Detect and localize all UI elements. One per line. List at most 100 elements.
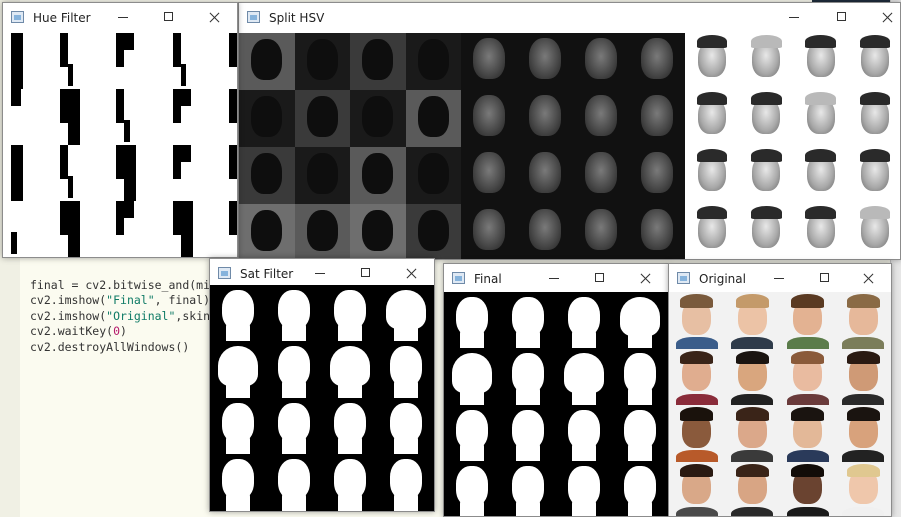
face-tile bbox=[405, 204, 461, 259]
face-tile bbox=[322, 454, 378, 511]
maximize-button[interactable] bbox=[590, 269, 610, 287]
face-tile bbox=[210, 398, 266, 455]
face-tile bbox=[210, 454, 266, 511]
value-channel-grid bbox=[685, 33, 900, 259]
face-tile bbox=[444, 461, 500, 516]
sat-filter-window[interactable]: Sat Filter bbox=[209, 258, 435, 512]
face-photo bbox=[669, 348, 725, 405]
face-photo bbox=[669, 405, 725, 462]
face-photo bbox=[669, 292, 725, 349]
face-tile bbox=[294, 204, 350, 259]
close-button[interactable] bbox=[877, 8, 897, 26]
close-button[interactable] bbox=[858, 269, 878, 287]
face-tile bbox=[556, 405, 612, 462]
hue-channel-grid bbox=[239, 33, 461, 259]
face-tile bbox=[500, 405, 556, 462]
face-tile bbox=[294, 90, 350, 147]
window-title: Original bbox=[699, 272, 746, 286]
face-tile bbox=[322, 341, 378, 398]
face-tile bbox=[405, 90, 461, 147]
face-tile bbox=[378, 398, 434, 455]
face-tile bbox=[350, 33, 406, 90]
face-tile bbox=[180, 89, 237, 145]
face-tile bbox=[180, 201, 237, 257]
close-button[interactable] bbox=[635, 269, 655, 287]
face-tile bbox=[685, 33, 740, 90]
minimize-button[interactable] bbox=[113, 8, 133, 26]
original-photo-grid bbox=[669, 292, 891, 516]
minimize-button[interactable] bbox=[769, 269, 789, 287]
face-tile bbox=[739, 90, 794, 147]
code-line-3: cv2.imshow("Original",skin bbox=[30, 308, 211, 323]
minimize-button[interactable] bbox=[544, 269, 564, 287]
face-tile bbox=[461, 90, 517, 147]
face-tile bbox=[685, 147, 740, 204]
window-title: Split HSV bbox=[269, 11, 325, 25]
face-tile bbox=[500, 461, 556, 516]
face-tile bbox=[500, 348, 556, 405]
code-line-4: cv2.waitKey(0) bbox=[30, 324, 127, 339]
face-tile bbox=[350, 147, 406, 204]
close-button[interactable] bbox=[204, 8, 224, 26]
face-tile bbox=[210, 341, 266, 398]
face-tile bbox=[322, 285, 378, 342]
face-photo bbox=[724, 292, 780, 349]
code-block[interactable]: final = cv2.bitwise_and(mi cv2.imshow("F… bbox=[30, 278, 210, 355]
face-tile bbox=[847, 33, 900, 90]
maximize-button[interactable] bbox=[815, 269, 835, 287]
face-tile bbox=[378, 454, 434, 511]
minimize-button[interactable] bbox=[784, 8, 804, 26]
face-tile bbox=[180, 145, 237, 201]
face-photo bbox=[724, 348, 780, 405]
face-photo bbox=[724, 405, 780, 462]
face-tile bbox=[11, 145, 68, 201]
maximize-button[interactable] bbox=[159, 8, 179, 26]
titlebar[interactable]: Original bbox=[669, 264, 891, 294]
face-tile bbox=[444, 348, 500, 405]
face-tile bbox=[239, 204, 295, 259]
face-tile bbox=[847, 204, 900, 259]
window-title: Hue Filter bbox=[33, 11, 91, 25]
original-window[interactable]: Original bbox=[668, 263, 892, 517]
face-tile bbox=[739, 147, 794, 204]
image-canvas bbox=[210, 285, 434, 511]
titlebar[interactable]: Hue Filter bbox=[3, 3, 237, 33]
face-tile bbox=[629, 33, 685, 90]
titlebar[interactable]: Final bbox=[444, 264, 668, 294]
app-window-icon bbox=[11, 11, 24, 23]
face-tile bbox=[405, 147, 461, 204]
split-hsv-window[interactable]: Split HSV bbox=[238, 2, 901, 260]
sat-mask-grid bbox=[210, 285, 434, 511]
face-tile bbox=[556, 292, 612, 349]
titlebar[interactable]: Split HSV bbox=[239, 3, 900, 33]
saturation-channel-grid bbox=[461, 33, 685, 259]
close-button[interactable] bbox=[401, 264, 421, 282]
face-tile bbox=[612, 461, 668, 516]
face-tile bbox=[124, 89, 181, 145]
face-tile bbox=[739, 204, 794, 259]
face-tile bbox=[847, 147, 900, 204]
final-window[interactable]: Final bbox=[443, 263, 669, 517]
image-canvas bbox=[3, 33, 237, 257]
face-tile bbox=[350, 204, 406, 259]
face-tile bbox=[612, 292, 668, 349]
face-tile bbox=[556, 461, 612, 516]
face-tile bbox=[124, 145, 181, 201]
app-window-icon bbox=[452, 272, 465, 284]
window-title: Sat Filter bbox=[240, 267, 294, 281]
face-photo bbox=[835, 461, 891, 516]
hue-filter-window[interactable]: Hue Filter bbox=[2, 2, 238, 258]
face-tile bbox=[629, 90, 685, 147]
face-photo bbox=[835, 348, 891, 405]
maximize-button[interactable] bbox=[356, 264, 376, 282]
app-window-icon bbox=[677, 272, 690, 284]
face-tile bbox=[629, 147, 685, 204]
face-tile bbox=[461, 147, 517, 204]
maximize-button[interactable] bbox=[832, 8, 852, 26]
face-tile bbox=[266, 341, 322, 398]
face-tile bbox=[67, 33, 124, 89]
minimize-button[interactable] bbox=[310, 264, 330, 282]
face-photo bbox=[835, 405, 891, 462]
face-photo bbox=[780, 461, 836, 516]
face-tile bbox=[239, 147, 295, 204]
